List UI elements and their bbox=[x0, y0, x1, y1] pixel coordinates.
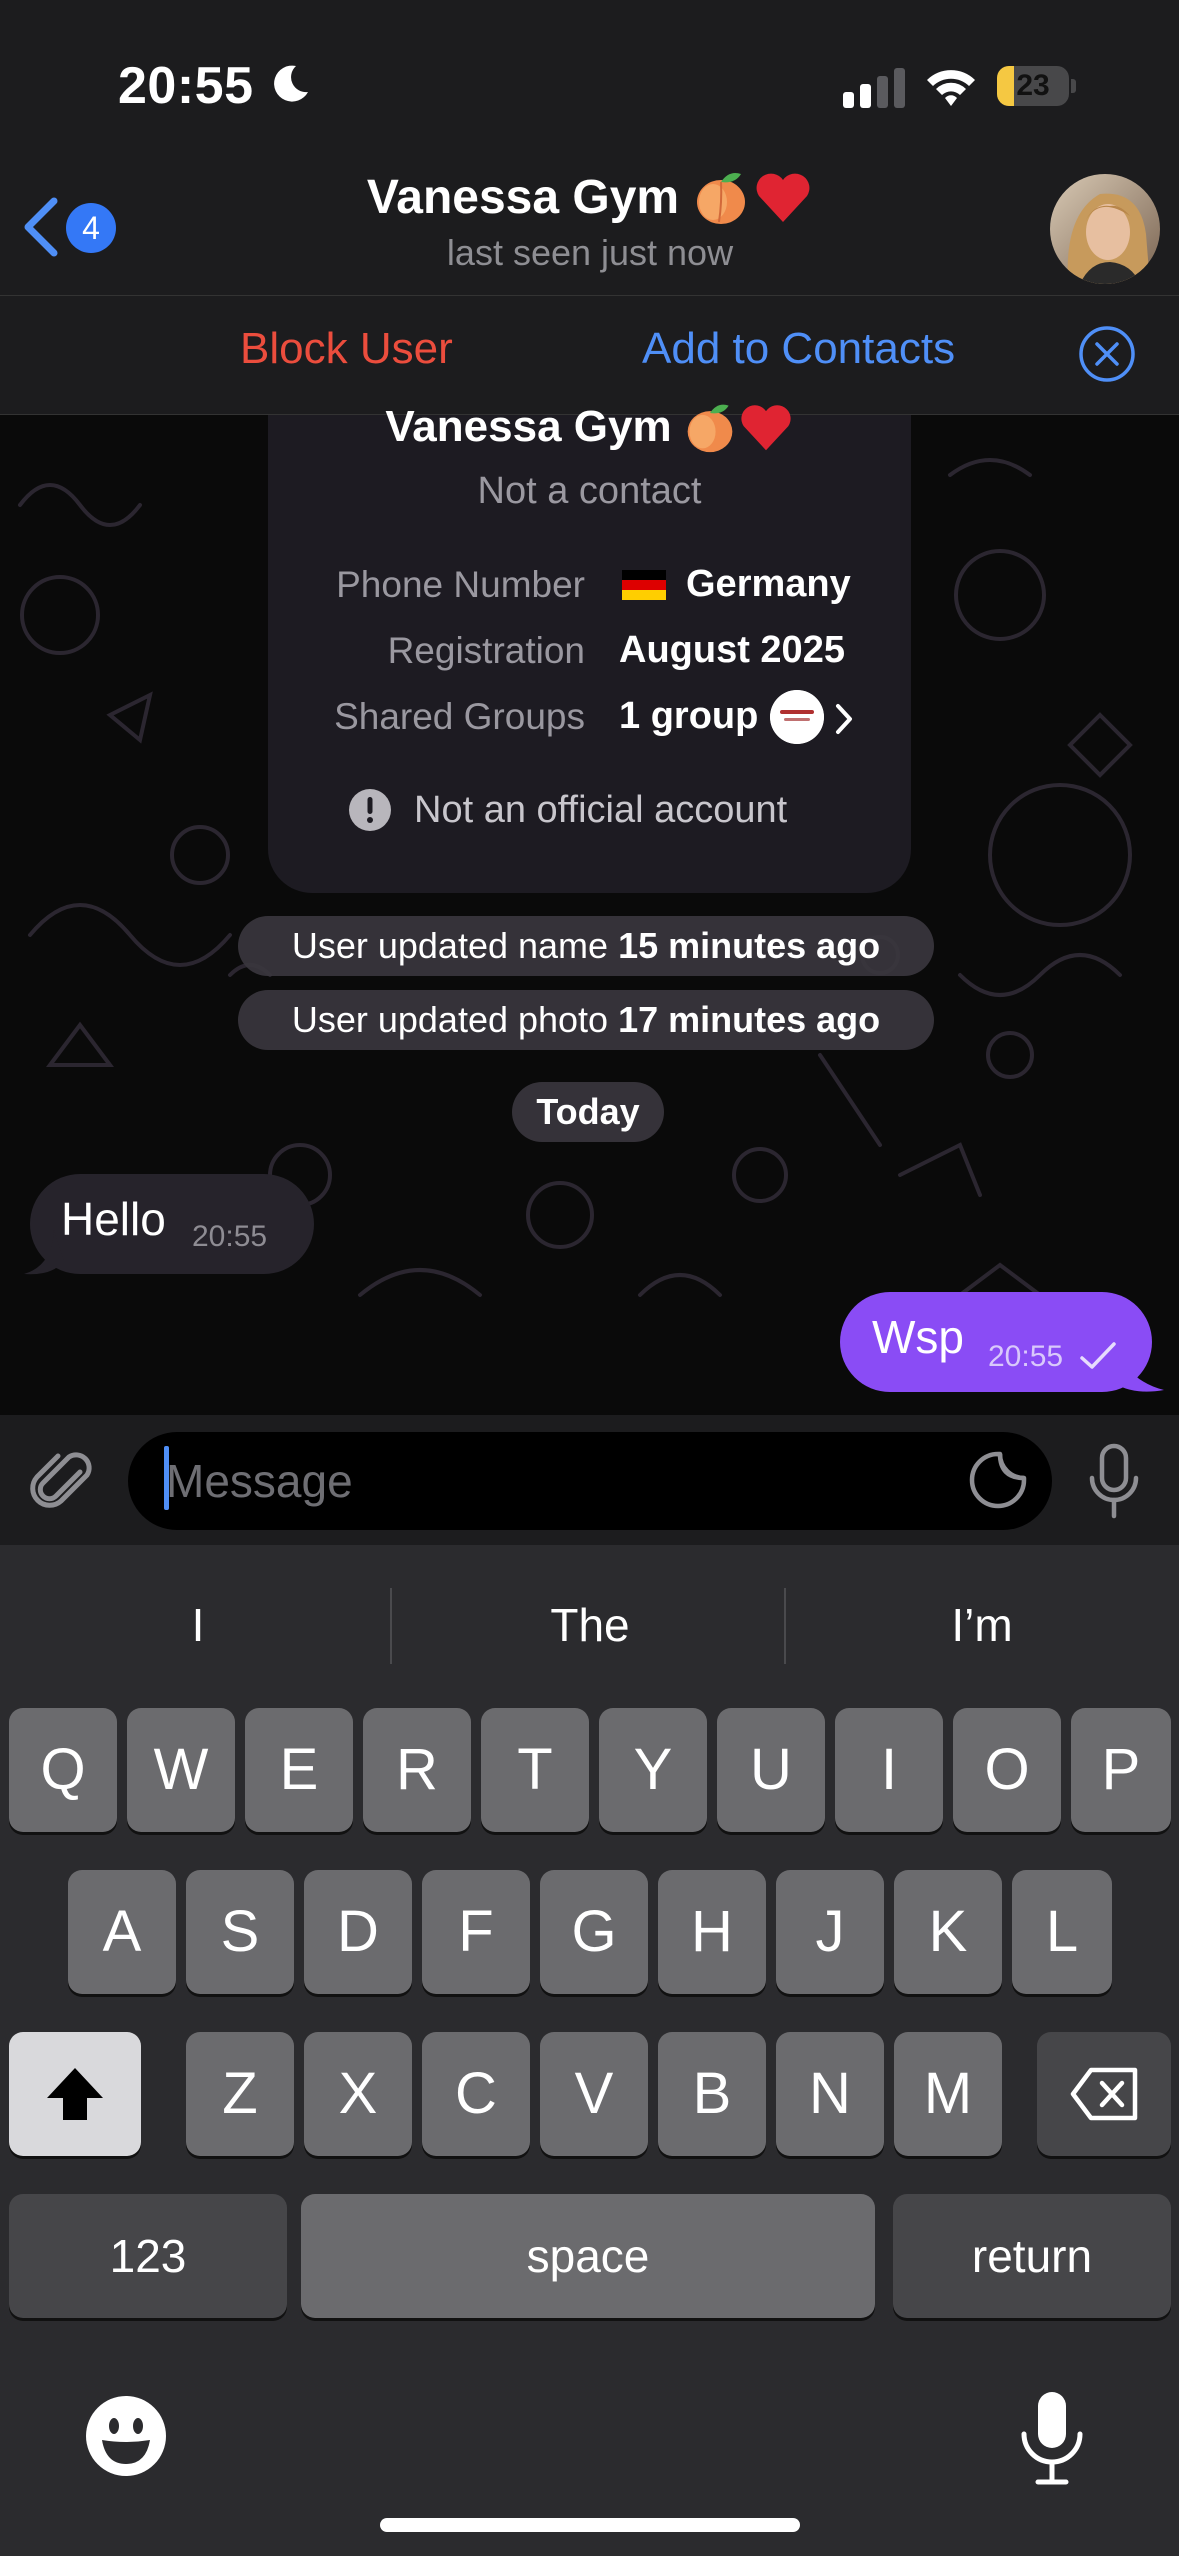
key-f[interactable]: F bbox=[422, 1870, 530, 1994]
chevron-right-icon[interactable] bbox=[832, 702, 856, 736]
heart-emoji-icon bbox=[756, 173, 810, 222]
contact-avatar[interactable] bbox=[1050, 174, 1160, 284]
service-message-name-update: User updated name 15 minutes ago bbox=[238, 916, 934, 976]
incoming-message-text: Hello bbox=[61, 1193, 166, 1245]
service-text: User updated photo bbox=[291, 999, 619, 1040]
last-seen-status: last seen just now bbox=[446, 232, 734, 273]
battery-indicator: 23 bbox=[997, 64, 1077, 108]
key-y[interactable]: Y bbox=[599, 1708, 707, 1832]
outgoing-message-time: 20:55 bbox=[988, 1340, 1064, 1373]
key-b[interactable]: B bbox=[658, 2032, 766, 2156]
sticker-icon[interactable] bbox=[966, 1448, 1030, 1512]
moon-icon bbox=[274, 65, 308, 102]
key-i[interactable]: I bbox=[835, 1708, 943, 1832]
germany-flag-icon bbox=[622, 570, 666, 600]
suggestion-divider bbox=[390, 1588, 392, 1664]
chat-title: Vanessa Gym bbox=[366, 170, 680, 224]
service-message-photo-update: User updated photo 17 minutes ago bbox=[238, 990, 934, 1050]
microphone-icon[interactable] bbox=[1084, 1442, 1144, 1522]
dictation-microphone-icon[interactable] bbox=[1014, 2388, 1090, 2488]
home-indicator bbox=[380, 2518, 800, 2532]
heart-emoji-icon bbox=[740, 405, 791, 451]
backspace-icon bbox=[1070, 2067, 1138, 2121]
outgoing-bubble-tail bbox=[1110, 1344, 1164, 1392]
battery-tip bbox=[1071, 79, 1076, 93]
emoji-icon[interactable] bbox=[84, 2394, 168, 2478]
close-circle-icon[interactable] bbox=[1078, 325, 1136, 383]
key-s[interactable]: S bbox=[186, 1870, 294, 1994]
add-to-contacts-button[interactable]: Add to Contacts bbox=[642, 324, 955, 374]
shift-key[interactable] bbox=[9, 2032, 141, 2156]
date-separator: Today bbox=[512, 1082, 664, 1142]
block-user-button[interactable]: Block User bbox=[240, 324, 453, 374]
battery-percent: 23 bbox=[1016, 69, 1050, 102]
suggestion-1[interactable]: I bbox=[18, 1598, 378, 1652]
registration-value: August 2025 bbox=[619, 629, 845, 671]
wifi-icon bbox=[927, 70, 975, 106]
unread-count-badge: 4 bbox=[66, 203, 116, 253]
shift-arrow-icon bbox=[47, 2068, 103, 2120]
space-key[interactable]: space bbox=[301, 2194, 875, 2318]
key-c[interactable]: C bbox=[422, 2032, 530, 2156]
contact-status: Not a contact bbox=[477, 470, 702, 512]
key-v[interactable]: V bbox=[540, 2032, 648, 2156]
key-g[interactable]: G bbox=[540, 1870, 648, 1994]
service-time: 15 minutes ago bbox=[618, 925, 881, 966]
delete-key[interactable] bbox=[1037, 2032, 1171, 2156]
key-u[interactable]: U bbox=[717, 1708, 825, 1832]
peach-emoji-icon bbox=[687, 404, 732, 453]
key-h[interactable]: H bbox=[658, 1870, 766, 1994]
phone-number-value: Germany bbox=[686, 563, 851, 605]
chat-title-row[interactable]: Vanessa Gym bbox=[250, 168, 930, 226]
key-d[interactable]: D bbox=[304, 1870, 412, 1994]
key-e[interactable]: E bbox=[245, 1708, 353, 1832]
text-caret bbox=[164, 1446, 169, 1510]
not-official-account-notice: Not an official account bbox=[414, 789, 788, 831]
key-r[interactable]: R bbox=[363, 1708, 471, 1832]
back-button[interactable]: 4 bbox=[18, 185, 138, 265]
suggestion-divider bbox=[784, 1588, 786, 1664]
service-time: 17 minutes ago bbox=[618, 999, 881, 1040]
key-x[interactable]: X bbox=[304, 2032, 412, 2156]
key-l[interactable]: L bbox=[1012, 1870, 1112, 1994]
incoming-message-time: 20:55 bbox=[192, 1220, 268, 1253]
service-text: User updated name bbox=[291, 925, 619, 966]
return-key[interactable]: return bbox=[893, 2194, 1171, 2318]
numbers-key[interactable]: 123 bbox=[9, 2194, 287, 2318]
group-avatar-icon[interactable] bbox=[770, 690, 824, 744]
key-n[interactable]: N bbox=[776, 2032, 884, 2156]
checkmark-icon bbox=[1080, 1342, 1116, 1369]
shared-groups-value[interactable]: 1 group bbox=[619, 695, 758, 738]
outgoing-message-text: Wsp bbox=[872, 1311, 964, 1363]
peach-emoji-icon bbox=[697, 173, 746, 224]
key-q[interactable]: Q bbox=[9, 1708, 117, 1832]
registration-label: Registration bbox=[387, 630, 585, 671]
key-k[interactable]: K bbox=[894, 1870, 1002, 1994]
contact-action-bar bbox=[0, 295, 1179, 415]
exclamation-icon bbox=[349, 789, 391, 831]
key-z[interactable]: Z bbox=[186, 2032, 294, 2156]
key-o[interactable]: O bbox=[953, 1708, 1061, 1832]
phone-number-label: Phone Number bbox=[336, 564, 585, 605]
key-w[interactable]: W bbox=[127, 1708, 235, 1832]
key-j[interactable]: J bbox=[776, 1870, 884, 1994]
shared-groups-label: Shared Groups bbox=[334, 696, 585, 737]
key-t[interactable]: T bbox=[481, 1708, 589, 1832]
incoming-bubble-tail bbox=[24, 1230, 64, 1275]
chevron-left-icon bbox=[24, 197, 58, 257]
card-contact-name: Vanessa Gym bbox=[385, 402, 672, 451]
suggestion-2[interactable]: The bbox=[410, 1598, 770, 1652]
cellular-signal-icon bbox=[843, 68, 905, 108]
status-time: 20:55 bbox=[118, 57, 254, 115]
key-m[interactable]: M bbox=[894, 2032, 1002, 2156]
card-name-row: Vanessa Gym bbox=[268, 400, 911, 454]
key-p[interactable]: P bbox=[1071, 1708, 1171, 1832]
suggestion-3[interactable]: I’m bbox=[802, 1598, 1162, 1652]
key-a[interactable]: A bbox=[68, 1870, 176, 1994]
message-input[interactable] bbox=[128, 1432, 1052, 1530]
paperclip-icon[interactable] bbox=[28, 1446, 100, 1518]
